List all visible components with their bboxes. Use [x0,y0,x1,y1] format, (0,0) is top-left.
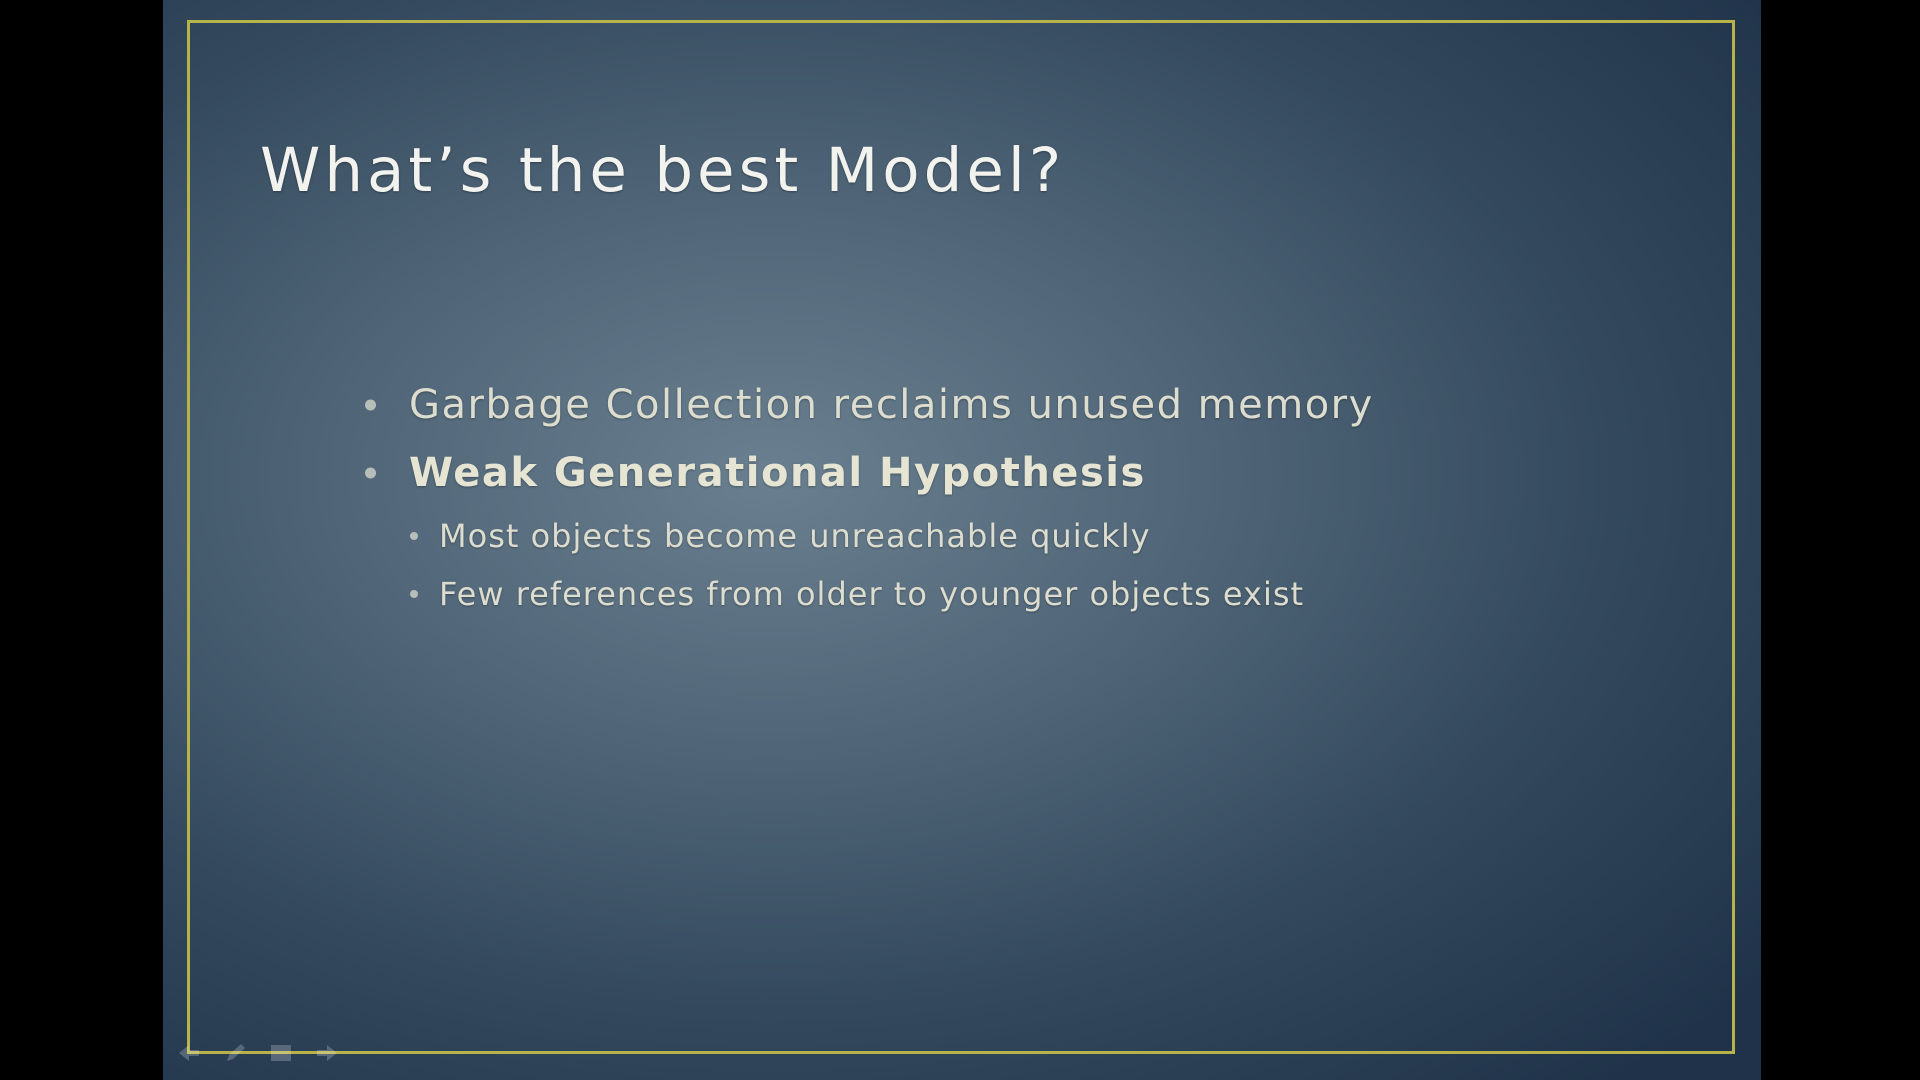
slides-grid-icon[interactable] [267,1042,295,1064]
bullet-list: Garbage Collection reclaims unused memor… [363,375,1374,627]
bullet-dot [365,467,376,479]
sub-bullet-item: Few references from older to younger obj… [410,569,1374,619]
slide-title: What’s the best Model? [260,135,1066,206]
presenter-toolbar [175,1042,341,1064]
bullet-text: Weak Generational Hypothesis [409,450,1146,496]
previous-arrow-icon[interactable] [175,1042,203,1064]
next-arrow-icon[interactable] [313,1042,341,1064]
bullet-text: Garbage Collection reclaims unused memor… [409,382,1374,428]
letterbox-left [0,0,163,1080]
bullet-item: Garbage Collection reclaims unused memor… [363,375,1374,435]
sub-bullet-text: Few references from older to younger obj… [439,575,1305,613]
sub-bullet-dot [410,532,418,540]
bullet-item: Weak Generational Hypothesis [363,443,1374,503]
sub-bullet-item: Most objects become unreachable quickly [410,511,1374,561]
sub-bullet-text: Most objects become unreachable quickly [439,517,1151,555]
pen-icon[interactable] [221,1042,249,1064]
sub-bullet-dot [410,590,418,598]
presentation-slide: What’s the best Model? Garbage Collectio… [163,0,1761,1080]
letterbox-right [1761,0,1920,1080]
bullet-dot [365,399,376,411]
